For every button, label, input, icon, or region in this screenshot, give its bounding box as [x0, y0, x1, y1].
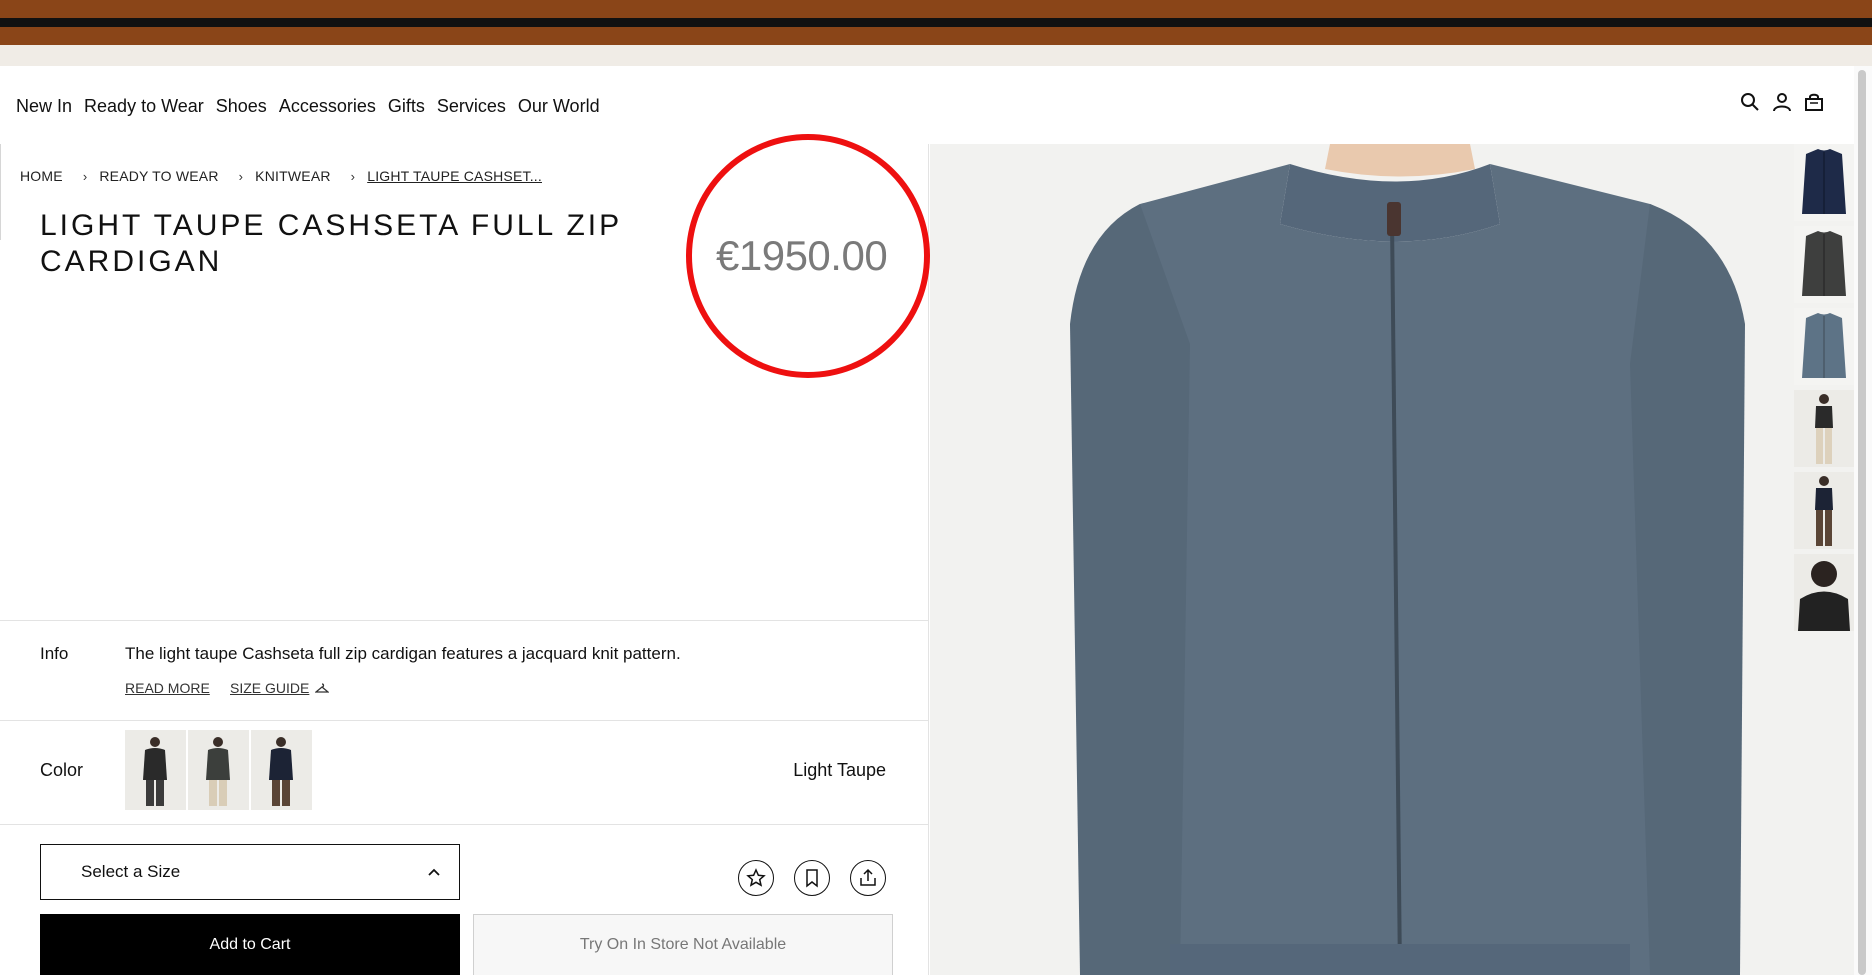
nav-item-new-in[interactable]: New In	[16, 96, 72, 117]
product-image[interactable]	[930, 144, 1872, 975]
chevron-right-icon: ›	[82, 168, 88, 184]
size-guide-label: SIZE GUIDE	[230, 680, 310, 696]
thumbnail-model-back[interactable]	[1794, 554, 1854, 631]
thumbnail-model-full-dark[interactable]	[1794, 472, 1854, 549]
add-to-cart-button[interactable]: Add to Cart	[40, 914, 460, 975]
decorative-band	[0, 45, 1872, 66]
header-icons	[1740, 92, 1824, 112]
chevron-up-icon	[428, 868, 440, 876]
nav-item-our-world[interactable]: Our World	[518, 96, 600, 117]
nav-item-services[interactable]: Services	[437, 96, 506, 117]
bag-icon[interactable]	[1804, 92, 1824, 112]
thumbnail-blue-cardigan[interactable]	[1794, 308, 1854, 385]
selected-color: Light Taupe	[793, 760, 886, 780]
read-more-link[interactable]: READ MORE	[125, 680, 210, 696]
breadcrumb-knitwear[interactable]: KNITWEAR	[255, 168, 331, 184]
product-title: LIGHT TAUPE CASHSETA FULL ZIP CARDIGAN	[40, 209, 622, 278]
divider	[0, 620, 929, 621]
site-header: New In Ready to Wear Shoes Accessories G…	[0, 66, 1872, 144]
scrollbar-thumb[interactable]	[1858, 70, 1866, 975]
account-icon[interactable]	[1772, 92, 1792, 112]
nav-item-ready-to-wear[interactable]: Ready to Wear	[84, 96, 204, 117]
color-swatches	[125, 730, 312, 810]
thumbnail-strip	[1794, 144, 1854, 631]
product-actions	[738, 860, 886, 896]
breadcrumb-ready-to-wear[interactable]: READY TO WEAR	[99, 168, 218, 184]
share-button[interactable]	[850, 860, 886, 896]
save-button[interactable]	[794, 860, 830, 896]
size-select-label: Select a Size	[81, 862, 181, 881]
decorative-stripe	[0, 27, 1872, 45]
color-label: Color	[40, 760, 84, 780]
size-select[interactable]: Select a Size	[40, 844, 460, 900]
wishlist-button[interactable]	[738, 860, 774, 896]
search-icon[interactable]	[1740, 92, 1760, 112]
info-label: Info	[40, 644, 69, 663]
thumbnail-grey-cardigan[interactable]	[1794, 226, 1854, 303]
breadcrumb: HOME › READY TO WEAR › KNITWEAR › LIGHT …	[20, 168, 542, 184]
divider	[0, 824, 929, 825]
main-nav: New In Ready to Wear Shoes Accessories G…	[16, 96, 612, 117]
try-on-in-store-button: Try On In Store Not Available	[473, 914, 893, 975]
product-price: €1950.00	[716, 232, 888, 279]
color-swatch-grey[interactable]	[188, 730, 249, 810]
divider	[0, 144, 1, 240]
bookmark-icon	[806, 869, 818, 888]
chevron-right-icon: ›	[238, 168, 244, 184]
divider	[0, 720, 929, 721]
cardigan-image	[930, 144, 1872, 975]
share-icon	[860, 868, 876, 886]
breadcrumb-home[interactable]: HOME	[20, 168, 63, 184]
decorative-stripe	[0, 0, 1872, 18]
breadcrumb-current[interactable]: LIGHT TAUPE CASHSET...	[367, 168, 542, 184]
size-guide-link[interactable]: SIZE GUIDE	[230, 680, 330, 696]
hanger-icon	[315, 683, 330, 693]
product-page: New In Ready to Wear Shoes Accessories G…	[0, 0, 1872, 975]
thumbnail-navy-cardigan[interactable]	[1794, 144, 1854, 221]
decorative-stripe	[0, 18, 1872, 27]
color-swatch-navy[interactable]	[251, 730, 312, 810]
product-info-panel: HOME › READY TO WEAR › KNITWEAR › LIGHT …	[0, 144, 929, 975]
star-icon	[746, 868, 766, 887]
product-description: The light taupe Cashseta full zip cardig…	[125, 644, 681, 663]
nav-item-gifts[interactable]: Gifts	[388, 96, 425, 117]
nav-item-accessories[interactable]: Accessories	[279, 96, 376, 117]
nav-item-shoes[interactable]: Shoes	[216, 96, 267, 117]
chevron-right-icon: ›	[350, 168, 356, 184]
color-swatch-black[interactable]	[125, 730, 186, 810]
thumbnail-model-full-light[interactable]	[1794, 390, 1854, 467]
